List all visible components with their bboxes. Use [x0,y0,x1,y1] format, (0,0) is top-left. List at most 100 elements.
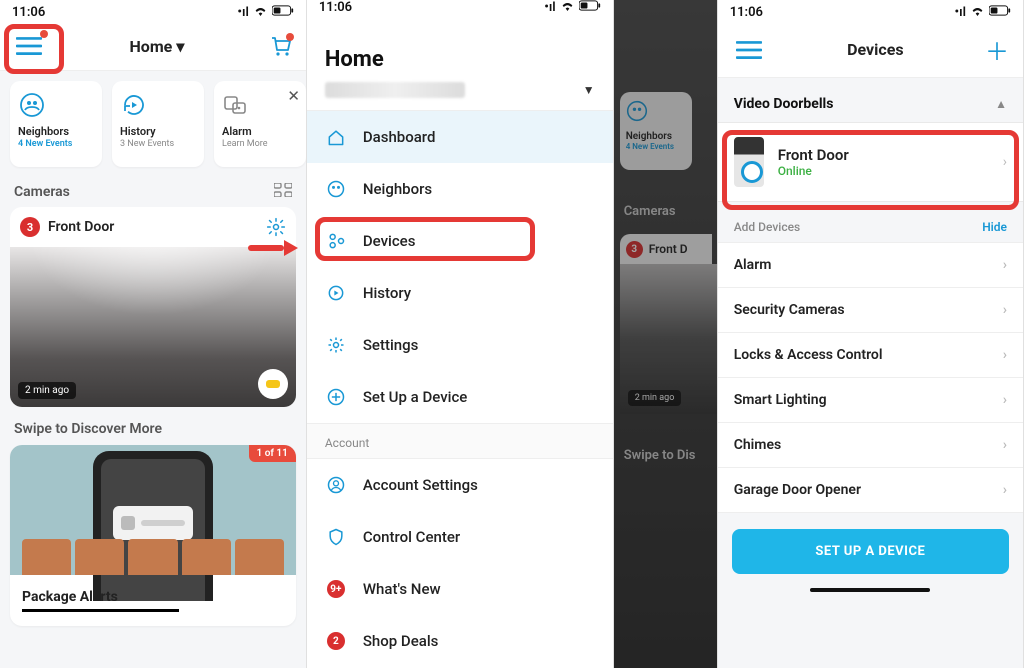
cameras-section-header: Cameras [0,177,306,207]
menu-control-center[interactable]: Control Center [307,511,613,563]
category-chimes[interactable]: Chimes › [718,423,1023,468]
quick-cards-row[interactable]: Neighbors 4 New Events History 3 New Eve… [0,71,306,177]
account-section-label: Account [307,423,613,459]
shop-badge: 2 [325,630,347,652]
menu-history[interactable]: History [307,267,613,319]
group-video-doorbells[interactable]: Video Doorbells ▲ [718,78,1023,122]
signal-icon: •ıl [955,5,966,20]
menu-settings-label: Settings [363,336,419,354]
add-devices-header: Add Devices Hide [718,202,1023,242]
menu-setup-device[interactable]: Set Up a Device [307,371,613,423]
device-front-door[interactable]: Front Door Online › [718,122,1023,202]
screen-dim-sliver: Neighbors 4 New Events Cameras 3 Front D… [614,0,718,668]
battery-icon [989,5,1011,20]
chevron-down-icon: ▾ [176,37,184,56]
devices-icon [325,230,347,252]
add-devices-label: Add Devices [734,220,801,234]
camera-preview[interactable]: 2 min ago [10,247,296,407]
status-bar: 11:06 •ıl [0,0,306,24]
category-security-cameras[interactable]: Security Cameras› [718,288,1023,333]
category-alarm[interactable]: Alarm › [718,243,1023,288]
discover-title: Package Alerts [10,575,296,626]
menu-neighbors[interactable]: Neighbors [307,163,613,215]
close-icon[interactable]: ✕ [287,87,300,105]
home-indicator [810,588,930,592]
wifi-icon [970,5,985,20]
screen-dashboard: 11:06 •ıl Home ▾ Neighbors [0,0,307,668]
category-locks[interactable]: Locks & Access Control› [718,333,1023,378]
menu-control-label: Control Center [363,528,460,546]
chevron-up-icon: ▲ [995,97,1007,111]
chevron-right-icon: › [1003,302,1007,318]
home-icon [325,126,347,148]
device-name: Front Door [778,146,989,164]
alarm-card[interactable]: ✕ Alarm Learn More [214,81,306,167]
status-right: •ıl [544,0,600,15]
notification-dot-icon [40,30,48,38]
neighbors-card[interactable]: Neighbors 4 New Events [10,81,102,167]
category-label: Smart Lighting [734,392,827,408]
location-selector[interactable]: Home ▾ [129,37,184,56]
wifi-icon [253,5,268,20]
neighbors-icon [325,178,347,200]
category-list: Alarm › Security Cameras› Locks & Access … [718,242,1023,513]
status-bar: 11:06 •ıl [718,0,1023,24]
location-label: Home [129,37,172,56]
history-icon [325,282,347,304]
chevron-right-icon: › [1003,257,1007,273]
location-row[interactable]: ▼ [307,76,613,111]
menu-drawer: 11:06 •ıl Home ▼ Dashboard Neighbors [307,0,613,668]
menu-whatsnew-label: What's New [363,580,441,598]
alarm-icon [222,91,250,119]
battery-status-icon [258,369,288,399]
group-title: Video Doorbells [734,96,834,112]
screen-devices: 11:06 •ıl Devices ＋ Video Doorbells ▲ Fr… [718,0,1024,668]
neighbors-icon [18,91,46,119]
cart-button[interactable] [268,33,294,59]
menu-account-settings[interactable]: Account Settings [307,459,613,511]
menu-devices-label: Devices [363,232,416,250]
discover-card[interactable]: 1 of 11 Package Alerts [10,445,296,626]
menu-dashboard[interactable]: Dashboard [307,111,613,163]
alarm-sub: Learn More [222,139,298,149]
menu-devices[interactable]: Devices [307,215,613,267]
menu-button[interactable] [732,36,766,64]
camera-front-door[interactable]: 3 Front Door [10,207,296,247]
menu-shop-deals[interactable]: 2 Shop Deals [307,615,613,667]
menu-shop-label: Shop Deals [363,632,439,650]
status-right: •ıl [955,5,1011,20]
chevron-right-icon: › [1003,437,1007,453]
menu-whats-new[interactable]: 9+ What's New [307,563,613,615]
category-label: Chimes [734,437,782,453]
menu-setup-label: Set Up a Device [363,388,468,406]
location-address-redacted [325,82,465,98]
menu-account-label: Account Settings [363,476,478,494]
setup-device-button[interactable]: SET UP A DEVICE [732,529,1009,574]
menu-history-label: History [363,284,411,302]
chevron-right-icon: › [1003,482,1007,498]
history-card[interactable]: History 3 New Events [112,81,204,167]
neighbors-label: Neighbors [18,125,94,138]
user-icon [325,474,347,496]
menu-neighbors-label: Neighbors [363,180,432,198]
menu-settings[interactable]: Settings [307,319,613,371]
grid-view-icon[interactable] [274,183,292,201]
category-label: Alarm [734,257,772,273]
category-garage[interactable]: Garage Door Opener › [718,468,1023,513]
dashboard-body: Neighbors 4 New Events History 3 New Eve… [0,71,306,668]
alarm-label: Alarm [222,125,298,138]
discover-counter: 1 of 11 [249,445,296,462]
drawer-title: Home [307,15,613,76]
camera-timestamp: 2 min ago [18,382,76,399]
page-title: Devices [847,40,903,59]
category-label: Garage Door Opener [734,482,861,498]
camera-settings-icon[interactable] [266,217,286,237]
status-time: 11:06 [12,5,45,20]
chevron-down-icon: ▼ [583,83,595,97]
menu-button[interactable] [12,32,46,60]
cart-dot-icon [286,33,294,41]
category-smart-lighting[interactable]: Smart Lighting› [718,378,1023,423]
battery-icon [579,0,601,15]
hide-link[interactable]: Hide [982,220,1007,234]
add-device-icon[interactable]: ＋ [985,32,1009,67]
